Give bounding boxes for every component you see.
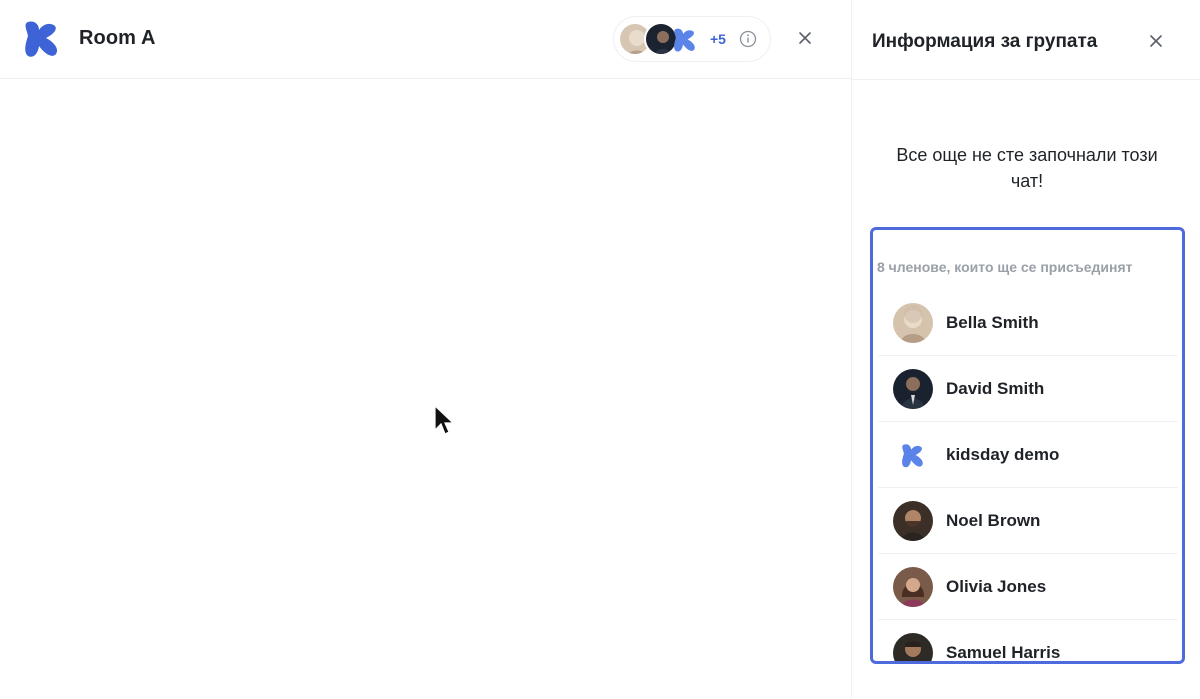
member-name: David Smith — [946, 379, 1045, 398]
mouse-pointer-icon — [434, 405, 455, 435]
member-item[interactable]: Bella Smith — [878, 290, 1178, 356]
member-name: kidsday demo — [946, 445, 1060, 464]
app-window: Room A +5 Информация за групата Все още … — [0, 0, 1200, 699]
panel-header: Информация за групата — [852, 0, 1200, 80]
members-heading: 8 членове, които ще се присъединят — [877, 259, 1133, 275]
close-chat-icon[interactable] — [796, 29, 814, 47]
member-name: Bella Smith — [946, 313, 1039, 332]
avatar — [893, 435, 933, 475]
avatar — [893, 633, 933, 661]
chat-area: Room A +5 — [0, 0, 851, 699]
empty-chat-message: Все още не сте започнали този чат! — [896, 145, 1158, 191]
member-name: Olivia Jones — [946, 577, 1047, 596]
info-icon — [739, 30, 757, 48]
chat-header: Room A +5 — [0, 0, 851, 79]
members-preview-button[interactable]: +5 — [613, 16, 771, 62]
panel-title: Информация за групата — [872, 31, 1098, 52]
group-info-panel: Информация за групата Все още не сте зап… — [851, 0, 1200, 699]
member-name: Samuel Harris — [946, 643, 1061, 662]
member-item[interactable]: Olivia Jones — [878, 554, 1178, 620]
avatar — [893, 369, 933, 409]
member-list: Bella Smith David Smith kidsday demo Noe… — [878, 290, 1178, 662]
member-item[interactable]: David Smith — [878, 356, 1178, 422]
room-title: Room A — [79, 27, 156, 49]
members-extra-count: +5 — [710, 31, 726, 47]
brand-logo-icon — [674, 28, 695, 52]
member-name: Noel Brown — [946, 511, 1041, 530]
close-panel-icon[interactable] — [1147, 32, 1165, 50]
member-item[interactable]: kidsday demo — [878, 422, 1178, 488]
brand-logo-icon — [25, 21, 58, 57]
member-item[interactable]: Noel Brown — [878, 488, 1178, 554]
members-section: 8 членове, които ще се присъединят Bella… — [870, 227, 1185, 664]
avatar — [893, 303, 933, 343]
avatar — [893, 501, 933, 541]
avatar — [893, 567, 933, 607]
member-item[interactable]: Samuel Harris — [878, 620, 1178, 662]
